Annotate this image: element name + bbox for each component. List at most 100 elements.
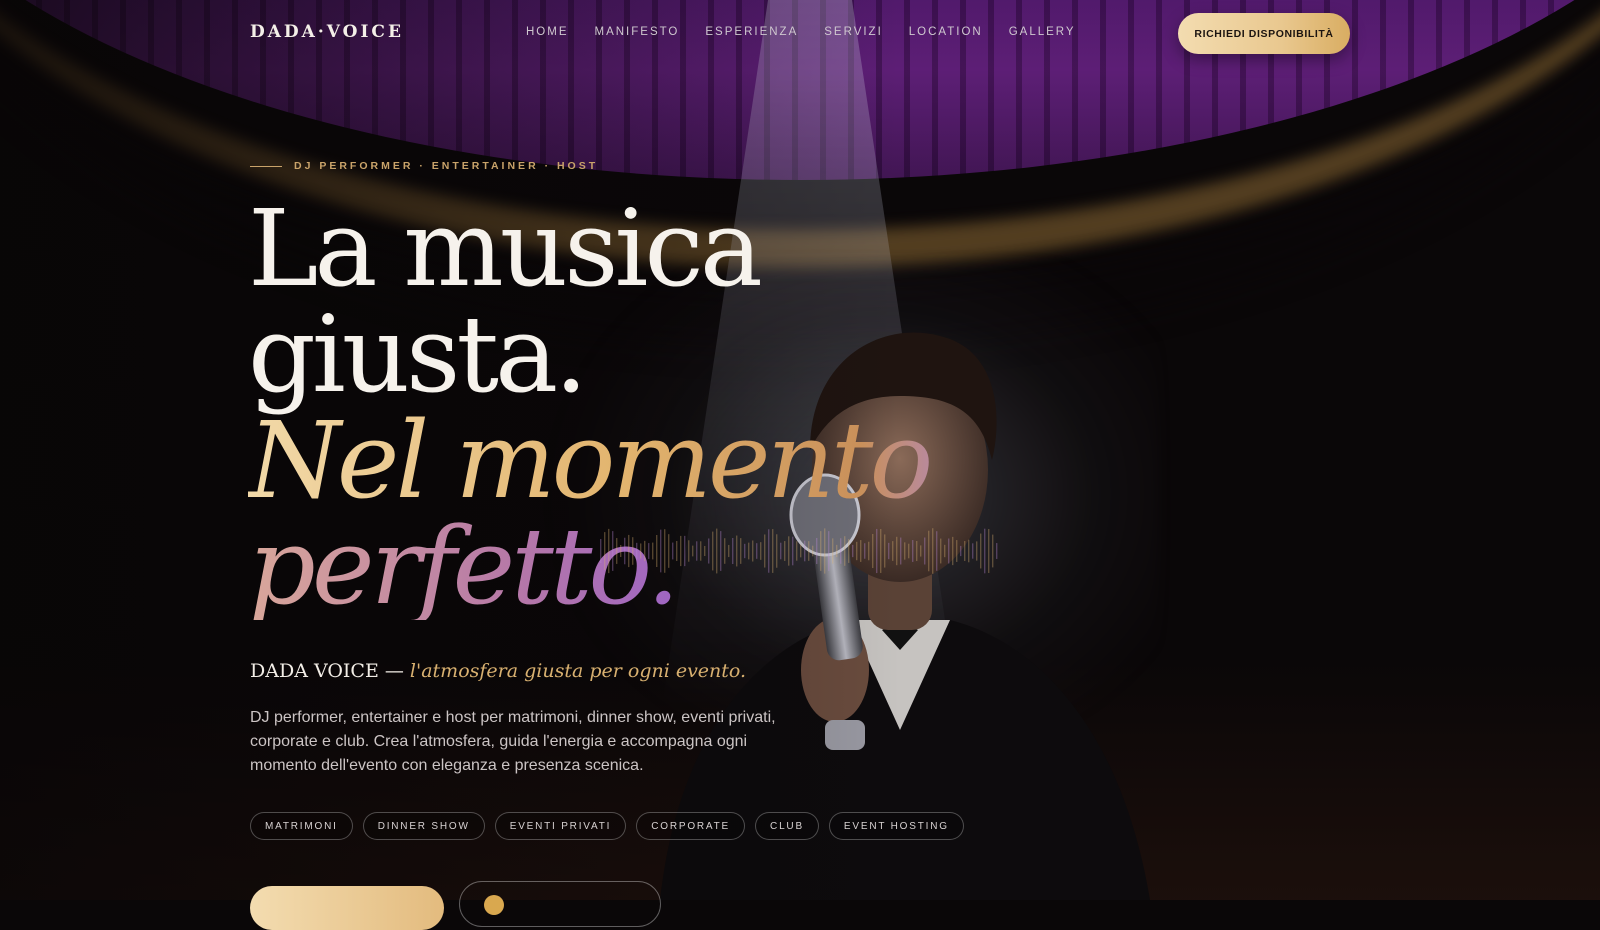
waveform-bar xyxy=(760,542,762,560)
waveform-bar xyxy=(808,541,810,561)
waveform-bar xyxy=(908,543,910,559)
hero-primary-button[interactable] xyxy=(250,886,444,930)
waveform-bar xyxy=(632,537,634,565)
waveform-bar xyxy=(888,542,890,560)
nav-link-esperienza[interactable]: ESPERIENZA xyxy=(705,26,798,38)
waveform-bar xyxy=(708,538,710,564)
waveform-bar xyxy=(836,544,838,558)
top-navigation: DADA·VOICE HOME MANIFESTO ESPERIENZA SER… xyxy=(0,0,1600,66)
waveform-bar xyxy=(812,545,814,557)
waveform-bar xyxy=(920,545,922,557)
waveform-bar xyxy=(628,534,630,568)
waveform-bar xyxy=(736,535,738,567)
waveform-bar xyxy=(992,534,994,568)
waveform-bar xyxy=(756,543,758,559)
nav-link-manifesto[interactable]: MANIFESTO xyxy=(595,26,680,38)
waveform-bar xyxy=(816,537,818,565)
waveform-bar xyxy=(840,538,842,564)
waveform-bar xyxy=(772,529,774,573)
waveform-bar xyxy=(872,533,874,569)
tag-corporate[interactable]: CORPORATE xyxy=(636,812,746,840)
waveform-bar xyxy=(728,544,730,558)
waveform-bar xyxy=(672,542,674,560)
waveform-bar xyxy=(744,543,746,559)
waveform-bar xyxy=(932,528,934,574)
waveform-bar xyxy=(704,545,706,557)
eyebrow-divider xyxy=(250,165,282,167)
waveform-bar xyxy=(820,531,822,571)
waveform-bar xyxy=(944,544,946,558)
waveform-bar xyxy=(612,531,614,571)
waveform-bar xyxy=(892,541,894,561)
waveform-bar xyxy=(732,537,734,565)
waveform-bar xyxy=(712,531,714,571)
waveform-bar xyxy=(948,538,950,564)
hero-secondary-button[interactable] xyxy=(459,881,661,927)
waveform-bar xyxy=(964,541,966,561)
waveform-bar xyxy=(600,539,602,563)
waveform-bar xyxy=(780,542,782,560)
waveform-bar xyxy=(800,544,802,558)
hero-eyebrow: DJ PERFORMER · ENTERTAINER · HOST xyxy=(250,160,598,172)
request-availability-button[interactable]: RICHIEDI DISPONIBILITÀ xyxy=(1178,13,1350,54)
tag-matrimoni[interactable]: MATRIMONI xyxy=(250,812,353,840)
tag-club[interactable]: CLUB xyxy=(755,812,819,840)
waveform-bar xyxy=(884,534,886,568)
waveform-bar xyxy=(624,537,626,565)
nav-link-gallery[interactable]: GALLERY xyxy=(1009,26,1076,38)
waveform-bar xyxy=(700,541,702,561)
headline-line-2: giusta. xyxy=(248,293,588,416)
waveform-bar xyxy=(956,540,958,562)
waveform-bar xyxy=(792,536,794,566)
waveform-bar xyxy=(844,536,846,566)
waveform-bar xyxy=(720,531,722,571)
waveform-bar xyxy=(924,537,926,565)
waveform-bar xyxy=(804,540,806,562)
waveform-bar xyxy=(796,541,798,561)
waveform-bar xyxy=(896,536,898,566)
waveform-bar xyxy=(984,528,986,574)
waveform-bar xyxy=(904,542,906,560)
waveform-bar xyxy=(856,541,858,561)
waveform-bar xyxy=(644,540,646,562)
waveform-bar xyxy=(880,529,882,573)
waveform-bar xyxy=(764,534,766,568)
main-menu: HOME MANIFESTO ESPERIENZA SERVIZI LOCATI… xyxy=(526,26,1102,38)
waveform-bar xyxy=(640,543,642,559)
waveform-bar xyxy=(752,540,754,562)
hero-tagline: DADA VOICE — l'atmosfera giusta per ogni… xyxy=(250,660,746,682)
waveform-bar xyxy=(608,528,610,574)
tag-eventi-privati[interactable]: EVENTI PRIVATI xyxy=(494,812,627,840)
waveform-bar xyxy=(828,531,830,571)
brand-logo[interactable]: DADA·VOICE xyxy=(250,22,404,42)
waveform-bar xyxy=(952,536,954,566)
waveform-bar xyxy=(940,538,942,564)
waveform-bar xyxy=(832,538,834,564)
waveform-bar xyxy=(748,542,750,560)
waveform-bar xyxy=(636,542,638,560)
nav-link-servizi[interactable]: SERVIZI xyxy=(824,26,883,38)
tag-dinner-show[interactable]: DINNER SHOW xyxy=(362,812,485,840)
waveform-bar xyxy=(652,542,654,560)
nav-link-home[interactable]: HOME xyxy=(526,26,569,38)
waveform-bar xyxy=(660,529,662,573)
waveform-bar xyxy=(680,535,682,567)
waveform-bar xyxy=(972,543,974,559)
waveform-bar xyxy=(768,529,770,573)
waveform-bar xyxy=(912,540,914,562)
tag-event-hosting[interactable]: EVENT HOSTING xyxy=(828,812,964,840)
nav-link-location[interactable]: LOCATION xyxy=(909,26,983,38)
waveform-bar xyxy=(876,528,878,574)
headline-line-3: Nel momento xyxy=(248,399,933,522)
headline-line-1: La musica xyxy=(248,187,763,310)
waveform-bar xyxy=(692,545,694,557)
waveform-bar xyxy=(688,540,690,562)
waveform-bar xyxy=(620,545,622,557)
waveform-bar xyxy=(716,528,718,574)
event-type-tags: MATRIMONI DINNER SHOW EVENTI PRIVATI COR… xyxy=(250,812,974,840)
waveform-bar xyxy=(860,540,862,562)
waveform-bar xyxy=(784,541,786,561)
waveform-bar xyxy=(684,535,686,567)
tagline-italic: l'atmosfera giusta per ogni evento. xyxy=(409,660,747,682)
gold-dot-icon xyxy=(484,895,504,915)
